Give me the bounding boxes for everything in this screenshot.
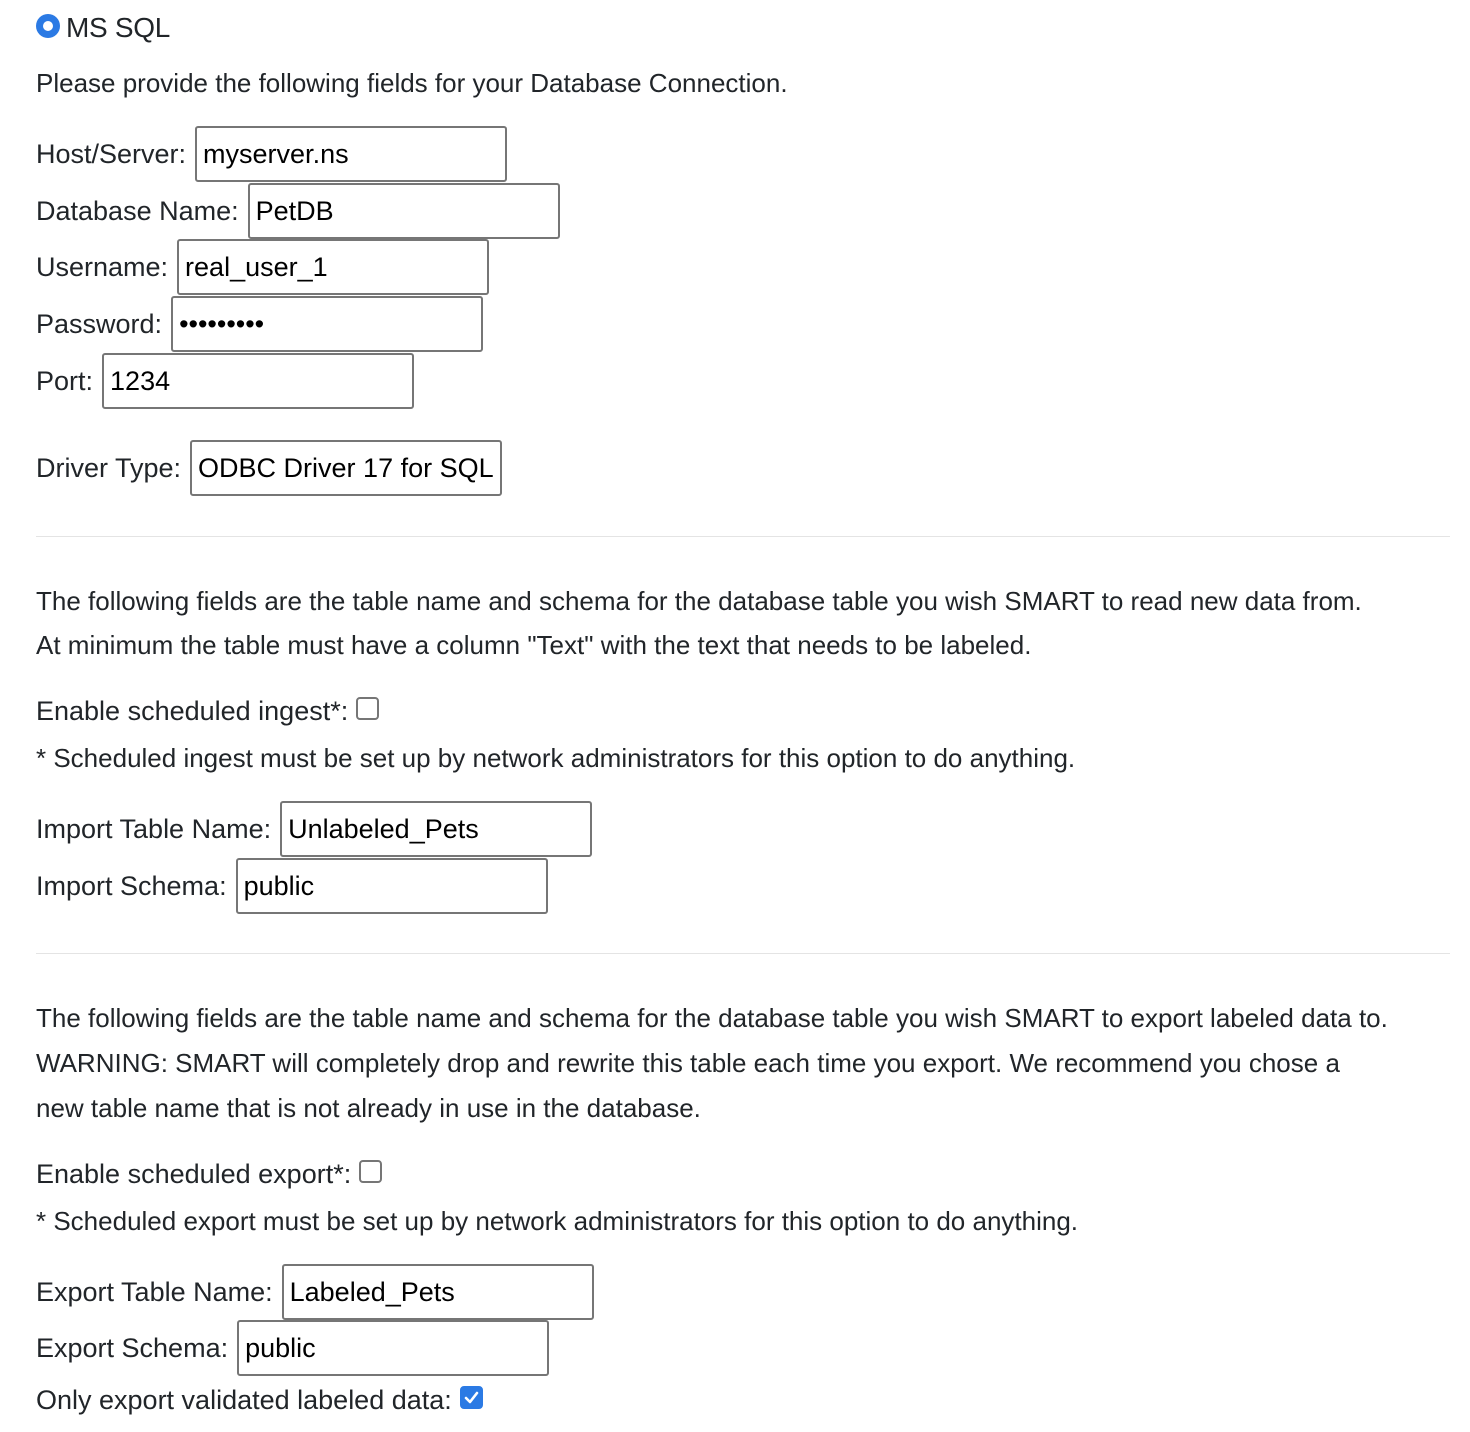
export-table-input[interactable] xyxy=(281,1264,594,1320)
import-description-line-2: At minimum the table must have a column … xyxy=(36,630,1032,660)
driver-field-row: Driver Type: xyxy=(36,440,503,496)
import-description-line-1: The following fields are the table name … xyxy=(36,586,1362,616)
export-table-label: Export Table Name: xyxy=(36,1276,273,1307)
radio-selected-dot xyxy=(43,21,53,31)
host-field-row: Host/Server: xyxy=(36,126,508,182)
scheduled-ingest-label: Enable scheduled ingest*: xyxy=(36,695,349,726)
section-divider xyxy=(36,953,1450,954)
database-input[interactable] xyxy=(247,183,560,239)
import-schema-label: Import Schema: xyxy=(36,870,227,901)
password-field-row: Password: xyxy=(36,296,484,352)
import-schema-field-row: Import Schema: xyxy=(36,858,548,914)
scheduled-ingest-row: Enable scheduled ingest*: xyxy=(36,691,380,731)
driver-input[interactable] xyxy=(190,440,503,496)
scheduled-export-label: Enable scheduled export*: xyxy=(36,1158,352,1189)
driver-label: Driver Type: xyxy=(36,452,182,483)
export-schema-label: Export Schema: xyxy=(36,1332,229,1363)
validated-only-label: Only export validated labeled data: xyxy=(36,1384,452,1415)
export-schema-field-row: Export Schema: xyxy=(36,1320,550,1376)
username-field-row: Username: xyxy=(36,239,490,295)
import-table-input[interactable] xyxy=(280,801,593,857)
host-label: Host/Server: xyxy=(36,138,187,169)
scheduled-ingest-note: * Scheduled ingest must be set up by net… xyxy=(36,743,1076,773)
database-label: Database Name: xyxy=(36,195,239,226)
intro-text: Please provide the following fields for … xyxy=(36,68,788,98)
scheduled-ingest-checkbox[interactable] xyxy=(356,696,380,720)
validated-only-checkbox[interactable] xyxy=(459,1385,483,1409)
import-table-label: Import Table Name: xyxy=(36,813,272,844)
port-field-row: Port: xyxy=(36,353,415,409)
export-schema-input[interactable] xyxy=(237,1320,550,1376)
scheduled-export-checkbox[interactable] xyxy=(359,1159,383,1183)
username-input[interactable] xyxy=(177,239,490,295)
section-divider xyxy=(36,536,1450,537)
export-description-line-3: new table name that is not already in us… xyxy=(36,1093,701,1123)
password-input[interactable] xyxy=(171,296,484,352)
db-type-ms-sql-option[interactable]: MS SQL xyxy=(36,10,170,46)
checkmark-icon xyxy=(464,1391,479,1403)
port-input[interactable] xyxy=(102,353,415,409)
import-schema-input[interactable] xyxy=(235,858,548,914)
export-table-field-row: Export Table Name: xyxy=(36,1264,594,1320)
password-label: Password: xyxy=(36,308,163,339)
scheduled-export-row: Enable scheduled export*: xyxy=(36,1154,383,1194)
export-description-line-2: WARNING: SMART will completely drop and … xyxy=(36,1048,1340,1078)
import-table-field-row: Import Table Name: xyxy=(36,801,593,857)
ms-sql-radio[interactable] xyxy=(36,14,60,38)
port-label: Port: xyxy=(36,365,94,396)
validated-only-row: Only export validated labeled data: xyxy=(36,1380,483,1420)
scheduled-export-note: * Scheduled export must be set up by net… xyxy=(36,1206,1079,1236)
database-field-row: Database Name: xyxy=(36,183,560,239)
ms-sql-label: MS SQL xyxy=(66,12,171,43)
host-input[interactable] xyxy=(195,126,508,182)
export-description-line-1: The following fields are the table name … xyxy=(36,1003,1388,1033)
username-label: Username: xyxy=(36,251,169,282)
